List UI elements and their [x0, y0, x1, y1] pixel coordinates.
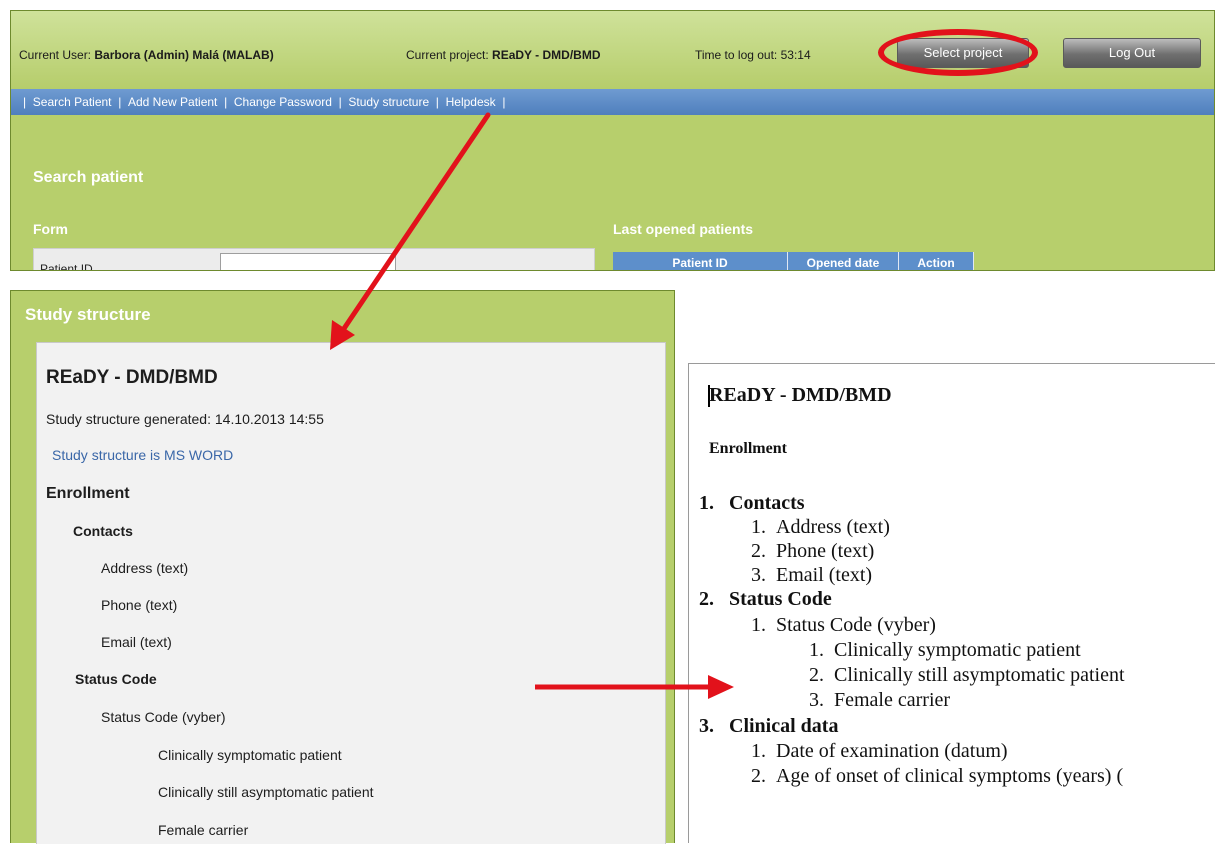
doc-list-number: 2. — [809, 664, 824, 686]
doc-list-text: Clinical data — [729, 715, 839, 737]
current-user-name: Barbora (Admin) Malá (MALAB) — [94, 48, 274, 62]
generated-timestamp: Study structure generated: 14.10.2013 14… — [46, 411, 324, 427]
current-project-label: Current project: — [406, 48, 489, 62]
nav-separator: | — [23, 95, 30, 109]
study-structure-content: REaDY - DMD/BMD Study structure generate… — [36, 342, 666, 844]
study-structure-panel: Study structure REaDY - DMD/BMD Study st… — [10, 290, 675, 844]
nav-item-helpdesk[interactable]: Helpdesk — [446, 89, 496, 115]
doc-list-item: 2. Status Code — [699, 588, 832, 611]
nav-separator: | — [498, 95, 506, 109]
doc-list-item: 1. Address (text) — [751, 516, 890, 539]
column-action[interactable]: Action — [899, 252, 974, 270]
doc-list-item: 1. Clinically symptomatic patient — [809, 639, 1081, 662]
doc-list-item: 2. Age of onset of clinical symptoms (ye… — [751, 765, 1123, 788]
column-patient-id[interactable]: Patient ID — [613, 252, 788, 270]
column-opened-date[interactable]: Opened date — [788, 252, 899, 270]
doc-list-text: Clinically symptomatic patient — [834, 639, 1081, 661]
last-opened-table-header: Patient ID Opened date Action — [613, 252, 974, 270]
current-project: Current project: REaDY - DMD/BMD — [406, 48, 601, 62]
doc-list-number: 1. — [751, 614, 766, 636]
doc-list-number: 3. — [699, 715, 714, 737]
nav-separator: | — [220, 95, 231, 109]
doc-list-text: Address (text) — [776, 516, 890, 538]
current-user: Current User: Barbora (Admin) Malá (MALA… — [19, 48, 274, 62]
patient-id-label: Patient ID — [40, 262, 93, 271]
doc-list-item: 3. Clinical data — [699, 715, 838, 738]
last-opened-title: Last opened patients — [613, 221, 754, 237]
doc-list-number: 2. — [699, 588, 714, 610]
doc-list-text: Date of examination (datum) — [776, 740, 1008, 762]
patient-id-input[interactable] — [220, 253, 396, 270]
doc-list-item: 3. Email (text) — [751, 564, 872, 587]
nav-item-change-password[interactable]: Change Password — [234, 89, 332, 115]
section-enrollment: Enrollment — [46, 485, 130, 502]
form-title: Form — [33, 221, 68, 237]
option-female-carrier: Female carrier — [158, 822, 249, 838]
doc-list-text: Status Code — [729, 588, 832, 610]
doc-list-number: 1. — [699, 492, 714, 514]
logout-timer: Time to log out: 53:14 — [695, 48, 811, 62]
doc-list-text: Status Code (vyber) — [776, 614, 936, 636]
nav-separator: | — [432, 95, 443, 109]
nav-separator: | — [114, 95, 125, 109]
doc-title: REaDY - DMD/BMD — [709, 384, 892, 406]
doc-list-number: 3. — [809, 689, 824, 711]
doc-list-text: Clinically still asymptomatic patient — [834, 664, 1125, 686]
doc-list-item: 1. Date of examination (datum) — [751, 740, 1008, 763]
study-structure-title: Study structure — [25, 305, 151, 324]
doc-list-text: Phone (text) — [776, 540, 875, 562]
doc-list-item: 3. Female carrier — [809, 689, 950, 712]
option-symptomatic: Clinically symptomatic patient — [158, 747, 342, 763]
doc-list-text: Contacts — [729, 492, 805, 514]
logout-button[interactable]: Log Out — [1063, 38, 1201, 68]
item-email: Email (text) — [101, 634, 172, 650]
doc-list-number: 1. — [751, 740, 766, 762]
doc-list-number: 2. — [751, 540, 766, 562]
patient-id-row: Patient ID — [33, 248, 595, 271]
main-nav: | Search Patient | Add New Patient | Cha… — [11, 89, 1214, 115]
project-title: REaDY - DMD/BMD — [46, 367, 218, 388]
doc-list-number: 1. — [809, 639, 824, 661]
nav-item-study-structure[interactable]: Study structure — [348, 89, 429, 115]
ms-word-link[interactable]: Study structure is MS WORD — [52, 447, 233, 463]
group-status-code: Status Code — [75, 671, 157, 687]
app-header: Current User: Barbora (Admin) Malá (MALA… — [11, 11, 1214, 89]
doc-list-text: Female carrier — [834, 689, 951, 711]
doc-list-item: 1. Status Code (vyber) — [751, 614, 936, 637]
doc-list-text: Email (text) — [776, 564, 873, 586]
doc-list-item: 2. Phone (text) — [751, 540, 874, 563]
doc-list-number: 2. — [751, 765, 766, 787]
group-contacts: Contacts — [73, 523, 133, 539]
doc-list-number: 3. — [751, 564, 766, 586]
current-user-label: Current User: — [19, 48, 92, 62]
doc-list-item: 2. Clinically still asymptomatic patient — [809, 664, 1125, 687]
item-status-code: Status Code (vyber) — [101, 709, 226, 725]
nav-item-add-new-patient[interactable]: Add New Patient — [128, 89, 217, 115]
option-asymptomatic: Clinically still asymptomatic patient — [158, 784, 374, 800]
nav-separator: | — [335, 95, 346, 109]
item-address: Address (text) — [101, 560, 189, 576]
doc-section-enrollment: Enrollment — [709, 440, 787, 457]
search-patient-title: Search patient — [33, 169, 144, 186]
nav-item-search-patient[interactable]: Search Patient — [33, 89, 112, 115]
doc-list-number: 1. — [751, 516, 766, 538]
word-document-preview: REaDY - DMD/BMD Enrollment 1. Contacts 1… — [688, 363, 1215, 843]
current-project-name: REaDY - DMD/BMD — [492, 48, 601, 62]
highlight-oval — [878, 29, 1038, 76]
doc-list-text: Age of onset of clinical symptoms (years… — [776, 765, 1124, 787]
doc-list-item: 1. Contacts — [699, 492, 805, 515]
app-screenshot-top: Current User: Barbora (Admin) Malá (MALA… — [10, 10, 1215, 271]
item-phone: Phone (text) — [101, 597, 178, 613]
